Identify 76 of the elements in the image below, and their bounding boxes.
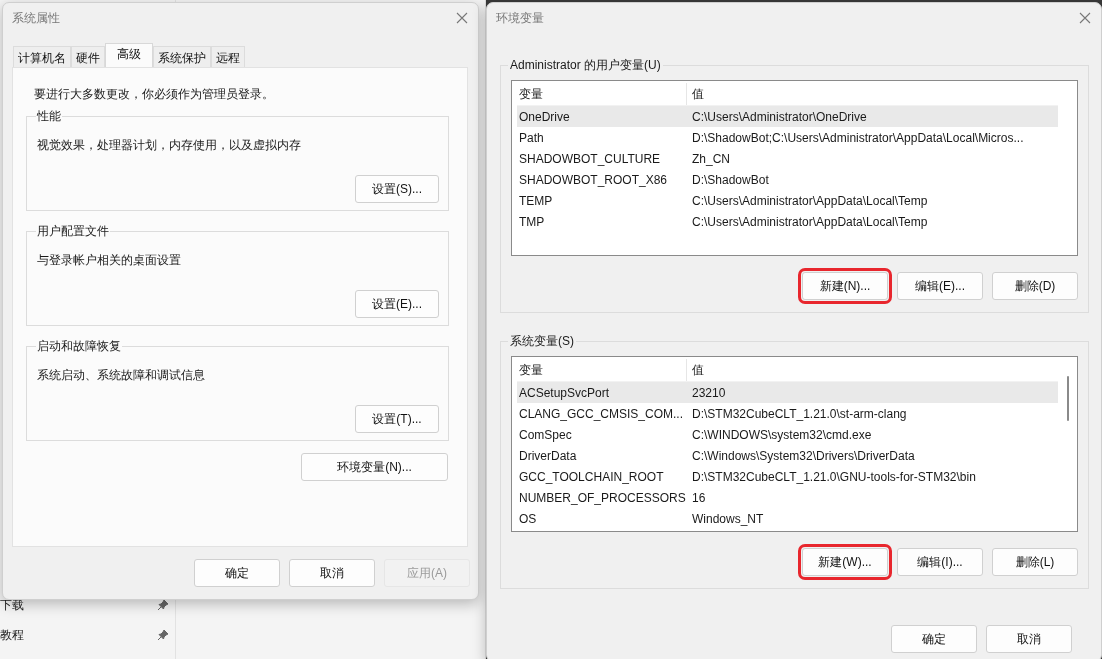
list-button[interactable]: 删除(L) (992, 548, 1078, 576)
variable-value: D:\ShadowBot (691, 172, 769, 187)
group-legend: 用户配置文件 (36, 223, 110, 240)
environment-variables-button[interactable]: 环境变量(N)... (301, 453, 448, 481)
variable-value: C:\Users\Administrator\OneDrive (691, 109, 867, 124)
list-button[interactable]: 编辑(I)... (897, 548, 983, 576)
tab[interactable]: 硬件 (71, 46, 105, 67)
list-row[interactable]: Path D:\ShadowBot;C:\Users\Administrator\AppData\Local\Micros... (517, 127, 1058, 148)
variable-name: OS (518, 511, 538, 526)
variable-value: C:\Windows\System32\Drivers\DriverData (691, 448, 915, 463)
dialog-button[interactable]: 确定 (891, 625, 977, 653)
notice-text: 要进行大多数更改，你必须作为管理员登录。 (34, 86, 275, 103)
group-legend: 启动和故障恢复 (36, 338, 122, 355)
variable-name: CLANG_GCC_CMSIS_COM... (518, 406, 685, 421)
window-title: 环境变量 (496, 9, 544, 27)
list-row[interactable]: ComSpec C:\WINDOWS\system32\cmd.exe (517, 424, 1058, 445)
list-button[interactable]: 删除(D) (992, 272, 1078, 300)
settings-button[interactable]: 设置(E)... (355, 290, 439, 318)
variable-value: D:\STM32CubeCLT_1.21.0\st-arm-clang (691, 406, 907, 421)
variable-name: Path (518, 130, 545, 145)
sidebar-item[interactable]: 教程 (0, 626, 24, 644)
close-icon[interactable] (456, 12, 468, 24)
list-row[interactable]: OS Windows_NT (517, 508, 1058, 529)
group-description: 视觉效果，处理器计划，内存使用，以及虚拟内存 (37, 137, 302, 154)
dialog-button[interactable]: 确定 (194, 559, 280, 587)
tab[interactable]: 远程 (211, 46, 245, 67)
variable-value: D:\STM32CubeCLT_1.21.0\GNU-tools-for-STM32\bin (691, 469, 976, 484)
variable-value: C:\Users\Administrator\AppData\Local\Temp (691, 214, 928, 229)
variable-name: TMP (518, 214, 546, 229)
tab[interactable]: 系统保护 (153, 46, 211, 67)
column-header[interactable]: 变量 (517, 359, 687, 381)
list-row[interactable]: NUMBER_OF_PROCESSORS 16 (517, 487, 1058, 508)
variable-name: DriverData (518, 448, 578, 463)
group-legend: 系统变量(S) (508, 333, 576, 350)
list-row[interactable]: CLANG_GCC_CMSIS_COM... D:\STM32CubeCLT_1.21.0\st-arm-clang (517, 403, 1058, 424)
list-row[interactable]: TEMP C:\Users\Administrator\AppData\Local\Temp (517, 190, 1058, 211)
variable-name: OneDrive (518, 109, 571, 124)
column-header[interactable]: 值 (687, 359, 704, 381)
list-button[interactable]: 编辑(E)... (897, 272, 983, 300)
sidebar-item[interactable]: 下载 (0, 596, 24, 614)
scrollbar[interactable] (1067, 376, 1069, 421)
window-title: 系统属性 (12, 9, 60, 27)
variable-value: D:\ShadowBot;C:\Users\Administrator\AppData\Local\Micros... (691, 130, 1024, 145)
list-row[interactable]: SHADOWBOT_ROOT_X86 D:\ShadowBot (517, 169, 1058, 190)
variable-name: ACSetupSvcPort (518, 385, 611, 400)
list-row[interactable]: SHADOWBOT_CULTURE Zh_CN (517, 148, 1058, 169)
variable-value: 23210 (691, 385, 726, 400)
close-icon[interactable] (1079, 12, 1091, 24)
tab[interactable]: 计算机名 (13, 46, 71, 67)
variable-value: Windows_NT (691, 511, 764, 526)
settings-button[interactable]: 设置(T)... (355, 405, 439, 433)
group-legend: Administrator 的用户变量(U) (508, 57, 663, 74)
variable-value: 16 (691, 490, 706, 505)
variable-name: ComSpec (518, 427, 573, 442)
column-header[interactable]: 值 (687, 83, 704, 105)
list-row[interactable]: GCC_TOOLCHAIN_ROOT D:\STM32CubeCLT_1.21.0\GNU-tools-for-STM32\bin (517, 466, 1058, 487)
group-legend: 性能 (36, 108, 62, 125)
variable-name: SHADOWBOT_ROOT_X86 (518, 172, 669, 187)
variable-value: C:\WINDOWS\system32\cmd.exe (691, 427, 872, 442)
list-row[interactable]: TMP C:\Users\Administrator\AppData\Local\Temp (517, 211, 1058, 232)
list-row[interactable]: ACSetupSvcPort 23210 (517, 382, 1058, 403)
variable-value: Zh_CN (691, 151, 730, 166)
column-header[interactable]: 变量 (517, 83, 687, 105)
variable-value: C:\Users\Administrator\AppData\Local\Temp (691, 193, 928, 208)
list-row[interactable]: DriverData C:\Windows\System32\Drivers\DriverData (517, 445, 1058, 466)
variable-name: NUMBER_OF_PROCESSORS (518, 490, 687, 505)
variable-name: GCC_TOOLCHAIN_ROOT (518, 469, 665, 484)
variable-name: SHADOWBOT_CULTURE (518, 151, 662, 166)
group-description: 系统启动、系统故障和调试信息 (37, 367, 206, 384)
dialog-button[interactable]: 取消 (289, 559, 375, 587)
list-row[interactable]: OneDrive C:\Users\Administrator\OneDrive (517, 106, 1058, 127)
settings-button[interactable]: 设置(S)... (355, 175, 439, 203)
dialog-button[interactable]: 取消 (986, 625, 1072, 653)
group-description: 与登录帐户相关的桌面设置 (37, 252, 182, 269)
tab[interactable]: 高级 (105, 43, 153, 67)
variable-name: TEMP (518, 193, 554, 208)
